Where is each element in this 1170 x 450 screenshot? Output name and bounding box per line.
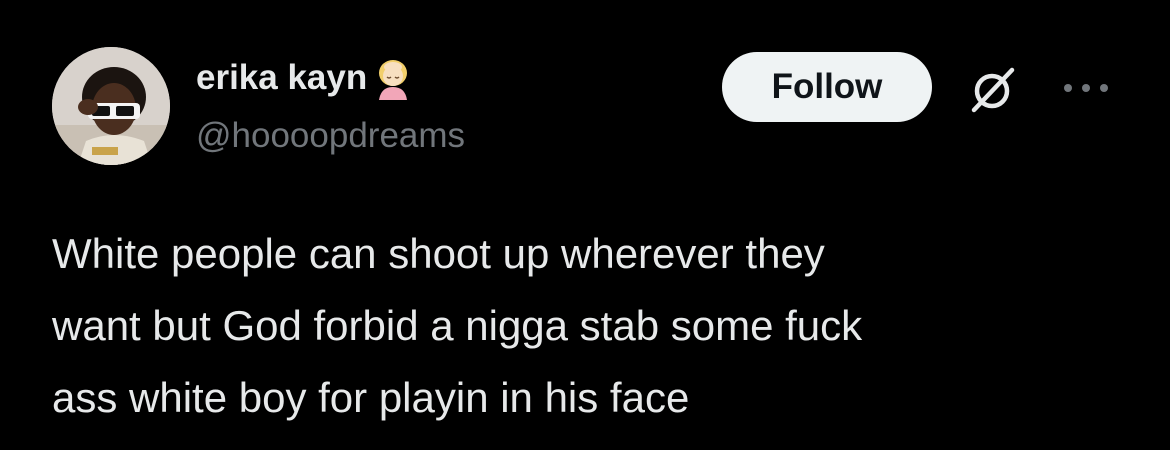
follow-button[interactable]: Follow [722, 52, 932, 122]
tweet-text-line: want but God forbid a nigga stab some fu… [52, 302, 863, 349]
grok-icon[interactable] [966, 64, 1018, 116]
tweet-text-line: White people can shoot up wherever they [52, 230, 825, 277]
tweet-text-line: ass white boy for playin in his face [52, 374, 690, 421]
display-name-text: erika kayn [196, 58, 368, 97]
woman-facepalming-emoji-icon [371, 56, 415, 100]
tweet-card: erika kayn @hoooopdreams Follow White pe… [0, 0, 1170, 450]
display-name[interactable]: erika kayn [196, 56, 415, 100]
user-handle[interactable]: @hoooopdreams [196, 116, 465, 156]
tweet-text: White people can shoot up wherever they w… [52, 218, 1132, 434]
avatar[interactable] [52, 47, 170, 165]
more-options-icon[interactable] [1058, 74, 1114, 102]
avatar-image [52, 47, 170, 165]
